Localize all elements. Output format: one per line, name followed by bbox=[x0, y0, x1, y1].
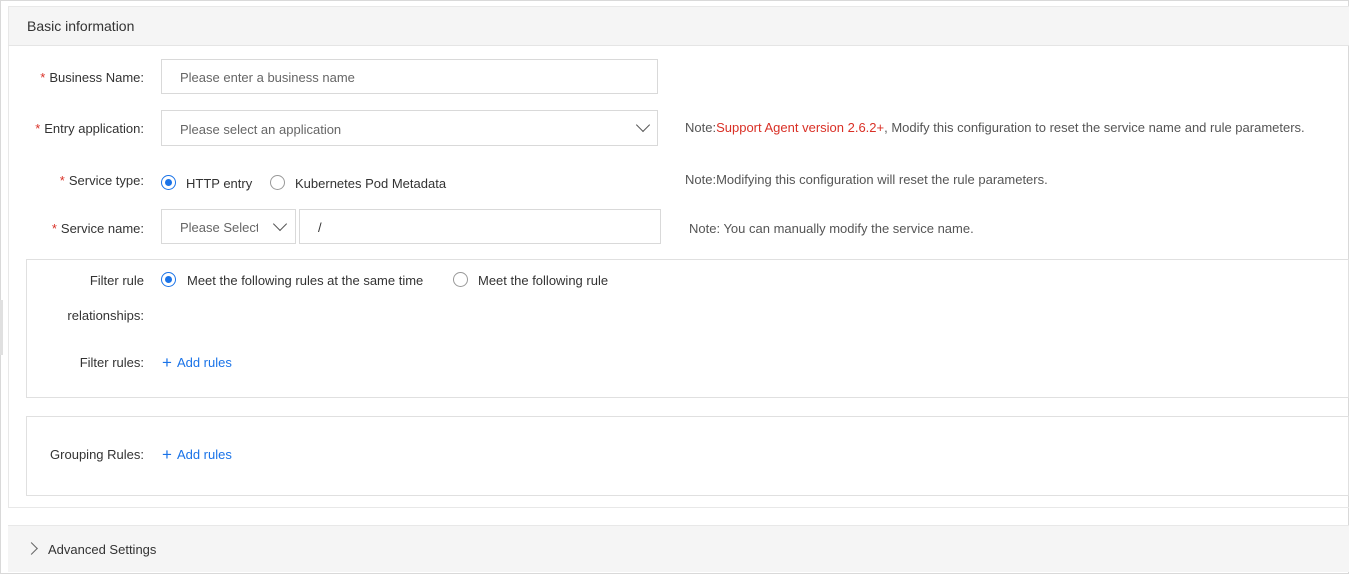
entry-application-select[interactable]: Please select an application bbox=[161, 110, 658, 146]
entry-application-note: Note:Support Agent version 2.6.2+, Modif… bbox=[685, 120, 1305, 135]
filter-rules-label: Filter rules: bbox=[79, 355, 144, 370]
grouping-rules-label: Grouping Rules: bbox=[50, 447, 144, 462]
entry-application-placeholder: Please select an application bbox=[180, 122, 342, 137]
service-type-http-label[interactable]: HTTP entry bbox=[186, 176, 252, 191]
business-name-placeholder: Please enter a business name bbox=[180, 70, 355, 85]
service-name-note: Note: You can manually modify the servic… bbox=[689, 221, 974, 236]
advanced-settings-toggle[interactable]: Advanced Settings bbox=[8, 525, 1349, 572]
service-type-label: * Service type: bbox=[59, 173, 144, 188]
service-name-select-placeholder: Please Select bbox=[180, 220, 258, 235]
service-type-k8s-radio[interactable] bbox=[270, 175, 285, 190]
service-type-note: Note:Modifying this configuration will r… bbox=[685, 172, 1048, 187]
service-name-path-value: / bbox=[318, 220, 322, 235]
entry-application-label: * Entry application: bbox=[35, 121, 144, 136]
chevron-right-icon bbox=[25, 542, 38, 555]
service-type-k8s-label[interactable]: Kubernetes Pod Metadata bbox=[295, 176, 446, 191]
plus-icon: + bbox=[162, 353, 172, 372]
basic-information-header: Basic information bbox=[8, 6, 1349, 46]
filter-relationship-any-label[interactable]: Meet the following rule bbox=[478, 273, 608, 288]
advanced-settings-title: Advanced Settings bbox=[48, 542, 157, 557]
service-type-http-radio[interactable] bbox=[161, 175, 176, 190]
service-name-path-input[interactable]: / bbox=[299, 209, 661, 244]
chevron-down-icon bbox=[272, 216, 288, 232]
filter-rules-add-button[interactable]: + Add rules bbox=[162, 353, 232, 372]
filter-relationship-all-label[interactable]: Meet the following rules at the same tim… bbox=[187, 273, 423, 288]
grouping-rules-add-button[interactable]: + Add rules bbox=[162, 445, 232, 464]
plus-icon: + bbox=[162, 445, 172, 464]
filter-relationship-any-radio[interactable] bbox=[453, 272, 468, 287]
filter-rule-relationships-label-line2: relationships: bbox=[67, 308, 144, 323]
filter-relationship-all-radio[interactable] bbox=[161, 272, 176, 287]
business-name-input[interactable]: Please enter a business name bbox=[161, 59, 658, 94]
left-edge-marker bbox=[0, 300, 3, 355]
chevron-down-icon bbox=[635, 117, 651, 133]
service-name-label: * Service name: bbox=[51, 221, 144, 236]
service-name-prefix-select[interactable]: Please Select bbox=[161, 209, 296, 244]
filter-rule-relationships-label-line1: Filter rule bbox=[89, 273, 144, 288]
section-title: Basic information bbox=[27, 18, 135, 34]
business-name-label: * Business Name: bbox=[40, 70, 144, 85]
